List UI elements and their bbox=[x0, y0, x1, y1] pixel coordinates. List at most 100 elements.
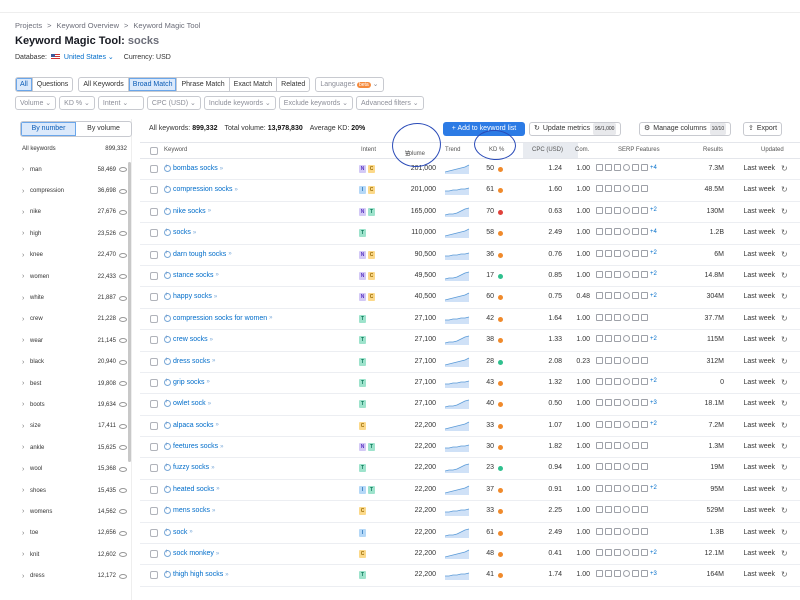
eye-icon[interactable] bbox=[119, 530, 127, 536]
intent-badge[interactable]: C bbox=[359, 421, 366, 430]
refresh-icon[interactable]: ↻ bbox=[781, 421, 788, 430]
chevrons-right-icon[interactable]: » bbox=[235, 187, 238, 193]
tab-all-keywords[interactable]: All Keywords bbox=[79, 78, 129, 91]
chevrons-right-icon[interactable]: » bbox=[207, 379, 210, 385]
intent-badge[interactable]: I bbox=[359, 485, 366, 494]
keyword-link[interactable]: happy socks» bbox=[164, 291, 217, 301]
intent-badge[interactable]: C bbox=[359, 550, 366, 559]
row-checkbox[interactable] bbox=[150, 336, 158, 345]
serp-more[interactable]: +2 bbox=[650, 271, 657, 277]
add-keyword-icon[interactable] bbox=[164, 249, 171, 258]
row-checkbox[interactable] bbox=[150, 378, 158, 387]
row-checkbox[interactable] bbox=[150, 250, 158, 259]
chevrons-right-icon[interactable]: » bbox=[212, 358, 215, 364]
refresh-icon[interactable]: ↻ bbox=[781, 228, 788, 237]
group-item[interactable]: › toe 12,656 bbox=[20, 523, 130, 544]
keyword-link[interactable]: darn tough socks» bbox=[164, 249, 232, 258]
row-checkbox[interactable] bbox=[150, 229, 158, 238]
filter-kd[interactable]: KD % ⌄ bbox=[59, 96, 95, 110]
intent-badge[interactable]: N bbox=[359, 293, 366, 302]
group-item[interactable]: › best 19,808 bbox=[20, 373, 130, 394]
refresh-icon[interactable]: ↻ bbox=[781, 570, 788, 579]
row-checkbox[interactable] bbox=[150, 400, 158, 409]
add-keyword-icon[interactable] bbox=[164, 227, 171, 237]
keyword-link[interactable]: nike socks» bbox=[164, 206, 211, 215]
filter-exclude-keywords[interactable]: Exclude keywords ⌄ bbox=[278, 96, 354, 110]
group-item[interactable]: › knee 22,470 bbox=[20, 245, 130, 266]
chevrons-right-icon[interactable]: » bbox=[214, 294, 217, 300]
intent-badge[interactable]: N bbox=[359, 443, 366, 452]
eye-icon[interactable] bbox=[119, 423, 127, 429]
eye-icon[interactable] bbox=[119, 488, 127, 494]
group-item[interactable]: › women 22,433 bbox=[20, 266, 130, 287]
serp-more[interactable]: +2 bbox=[650, 550, 657, 556]
chevrons-right-icon[interactable]: » bbox=[208, 401, 211, 407]
intent-badge[interactable]: N bbox=[359, 271, 366, 280]
group-item[interactable]: › shoes 15,435 bbox=[20, 480, 130, 501]
chevrons-right-icon[interactable]: » bbox=[210, 337, 213, 343]
eye-icon[interactable] bbox=[119, 402, 127, 408]
tab-broad-match[interactable]: Broad Match bbox=[128, 78, 178, 91]
intent-badge[interactable]: T bbox=[359, 229, 366, 238]
serp-more[interactable]: +2 bbox=[650, 293, 657, 299]
keyword-link[interactable]: alpaca socks» bbox=[164, 420, 219, 429]
breadcrumb-projects[interactable]: Projects bbox=[15, 21, 42, 30]
refresh-icon[interactable]: ↻ bbox=[781, 185, 788, 194]
row-checkbox[interactable] bbox=[150, 571, 158, 580]
refresh-icon[interactable]: ↻ bbox=[781, 378, 788, 387]
chevrons-right-icon[interactable]: » bbox=[220, 444, 223, 450]
eye-icon[interactable] bbox=[119, 466, 127, 472]
group-item[interactable]: › white 21,887 bbox=[20, 287, 130, 308]
keyword-link[interactable]: crew socks» bbox=[164, 334, 213, 344]
row-checkbox[interactable] bbox=[150, 165, 158, 173]
row-checkbox[interactable] bbox=[150, 186, 158, 195]
row-checkbox[interactable] bbox=[150, 421, 158, 430]
add-keyword-icon[interactable] bbox=[164, 505, 171, 515]
serp-more[interactable]: +2 bbox=[650, 421, 657, 427]
add-keyword-icon[interactable] bbox=[164, 569, 171, 579]
row-checkbox[interactable] bbox=[150, 293, 158, 302]
intent-badge[interactable]: T bbox=[368, 207, 375, 216]
add-keyword-icon[interactable] bbox=[164, 163, 171, 172]
intent-badge[interactable]: T bbox=[359, 314, 366, 323]
chevrons-right-icon[interactable]: » bbox=[220, 166, 223, 172]
intent-badge[interactable]: T bbox=[359, 571, 366, 580]
group-item[interactable]: › black 20,940 bbox=[20, 352, 130, 373]
keyword-link[interactable]: heated socks» bbox=[164, 484, 220, 493]
add-keyword-icon[interactable] bbox=[164, 484, 171, 493]
breadcrumb-keyword-overview[interactable]: Keyword Overview bbox=[56, 21, 119, 30]
serp-more[interactable]: +2 bbox=[650, 336, 657, 342]
keyword-link[interactable]: fuzzy socks» bbox=[164, 462, 215, 472]
eye-icon[interactable] bbox=[119, 188, 127, 194]
serp-more[interactable]: +3 bbox=[650, 571, 657, 577]
all-keywords-group[interactable]: All keywords 899,332 bbox=[22, 146, 127, 152]
languages-dropdown[interactable]: Languages beta ⌄ bbox=[315, 77, 384, 92]
chevrons-right-icon[interactable]: » bbox=[208, 208, 211, 214]
keyword-link[interactable]: mens socks» bbox=[164, 505, 215, 515]
refresh-icon[interactable]: ↻ bbox=[781, 506, 788, 515]
group-item[interactable]: › boots 19,634 bbox=[20, 394, 130, 415]
chevrons-right-icon[interactable]: » bbox=[225, 572, 228, 578]
intent-badge[interactable]: T bbox=[359, 400, 366, 409]
eye-icon[interactable] bbox=[119, 316, 127, 322]
intent-badge[interactable]: N bbox=[359, 207, 366, 216]
col-updated[interactable]: Updated bbox=[761, 147, 784, 153]
add-keyword-icon[interactable] bbox=[164, 377, 171, 386]
refresh-icon[interactable]: ↻ bbox=[781, 271, 788, 280]
eye-icon[interactable] bbox=[119, 231, 127, 237]
row-checkbox[interactable] bbox=[150, 550, 158, 559]
intent-badge[interactable]: I bbox=[359, 186, 366, 195]
group-item[interactable]: › size 17,411 bbox=[20, 416, 130, 437]
row-checkbox[interactable] bbox=[150, 485, 158, 494]
chevrons-right-icon[interactable]: » bbox=[215, 422, 218, 428]
refresh-icon[interactable]: ↻ bbox=[781, 463, 788, 472]
group-item[interactable]: › wool 15,368 bbox=[20, 458, 130, 479]
refresh-icon[interactable]: ↻ bbox=[781, 357, 788, 366]
group-item[interactable]: › compression 36,698 bbox=[20, 180, 130, 201]
eye-icon[interactable] bbox=[119, 252, 127, 258]
refresh-icon[interactable]: ↻ bbox=[781, 485, 788, 494]
group-item[interactable]: › man 58,469 bbox=[20, 159, 130, 180]
group-item[interactable]: › nike 27,676 bbox=[20, 202, 130, 223]
add-keyword-icon[interactable] bbox=[164, 313, 171, 322]
add-keyword-icon[interactable] bbox=[164, 184, 171, 194]
